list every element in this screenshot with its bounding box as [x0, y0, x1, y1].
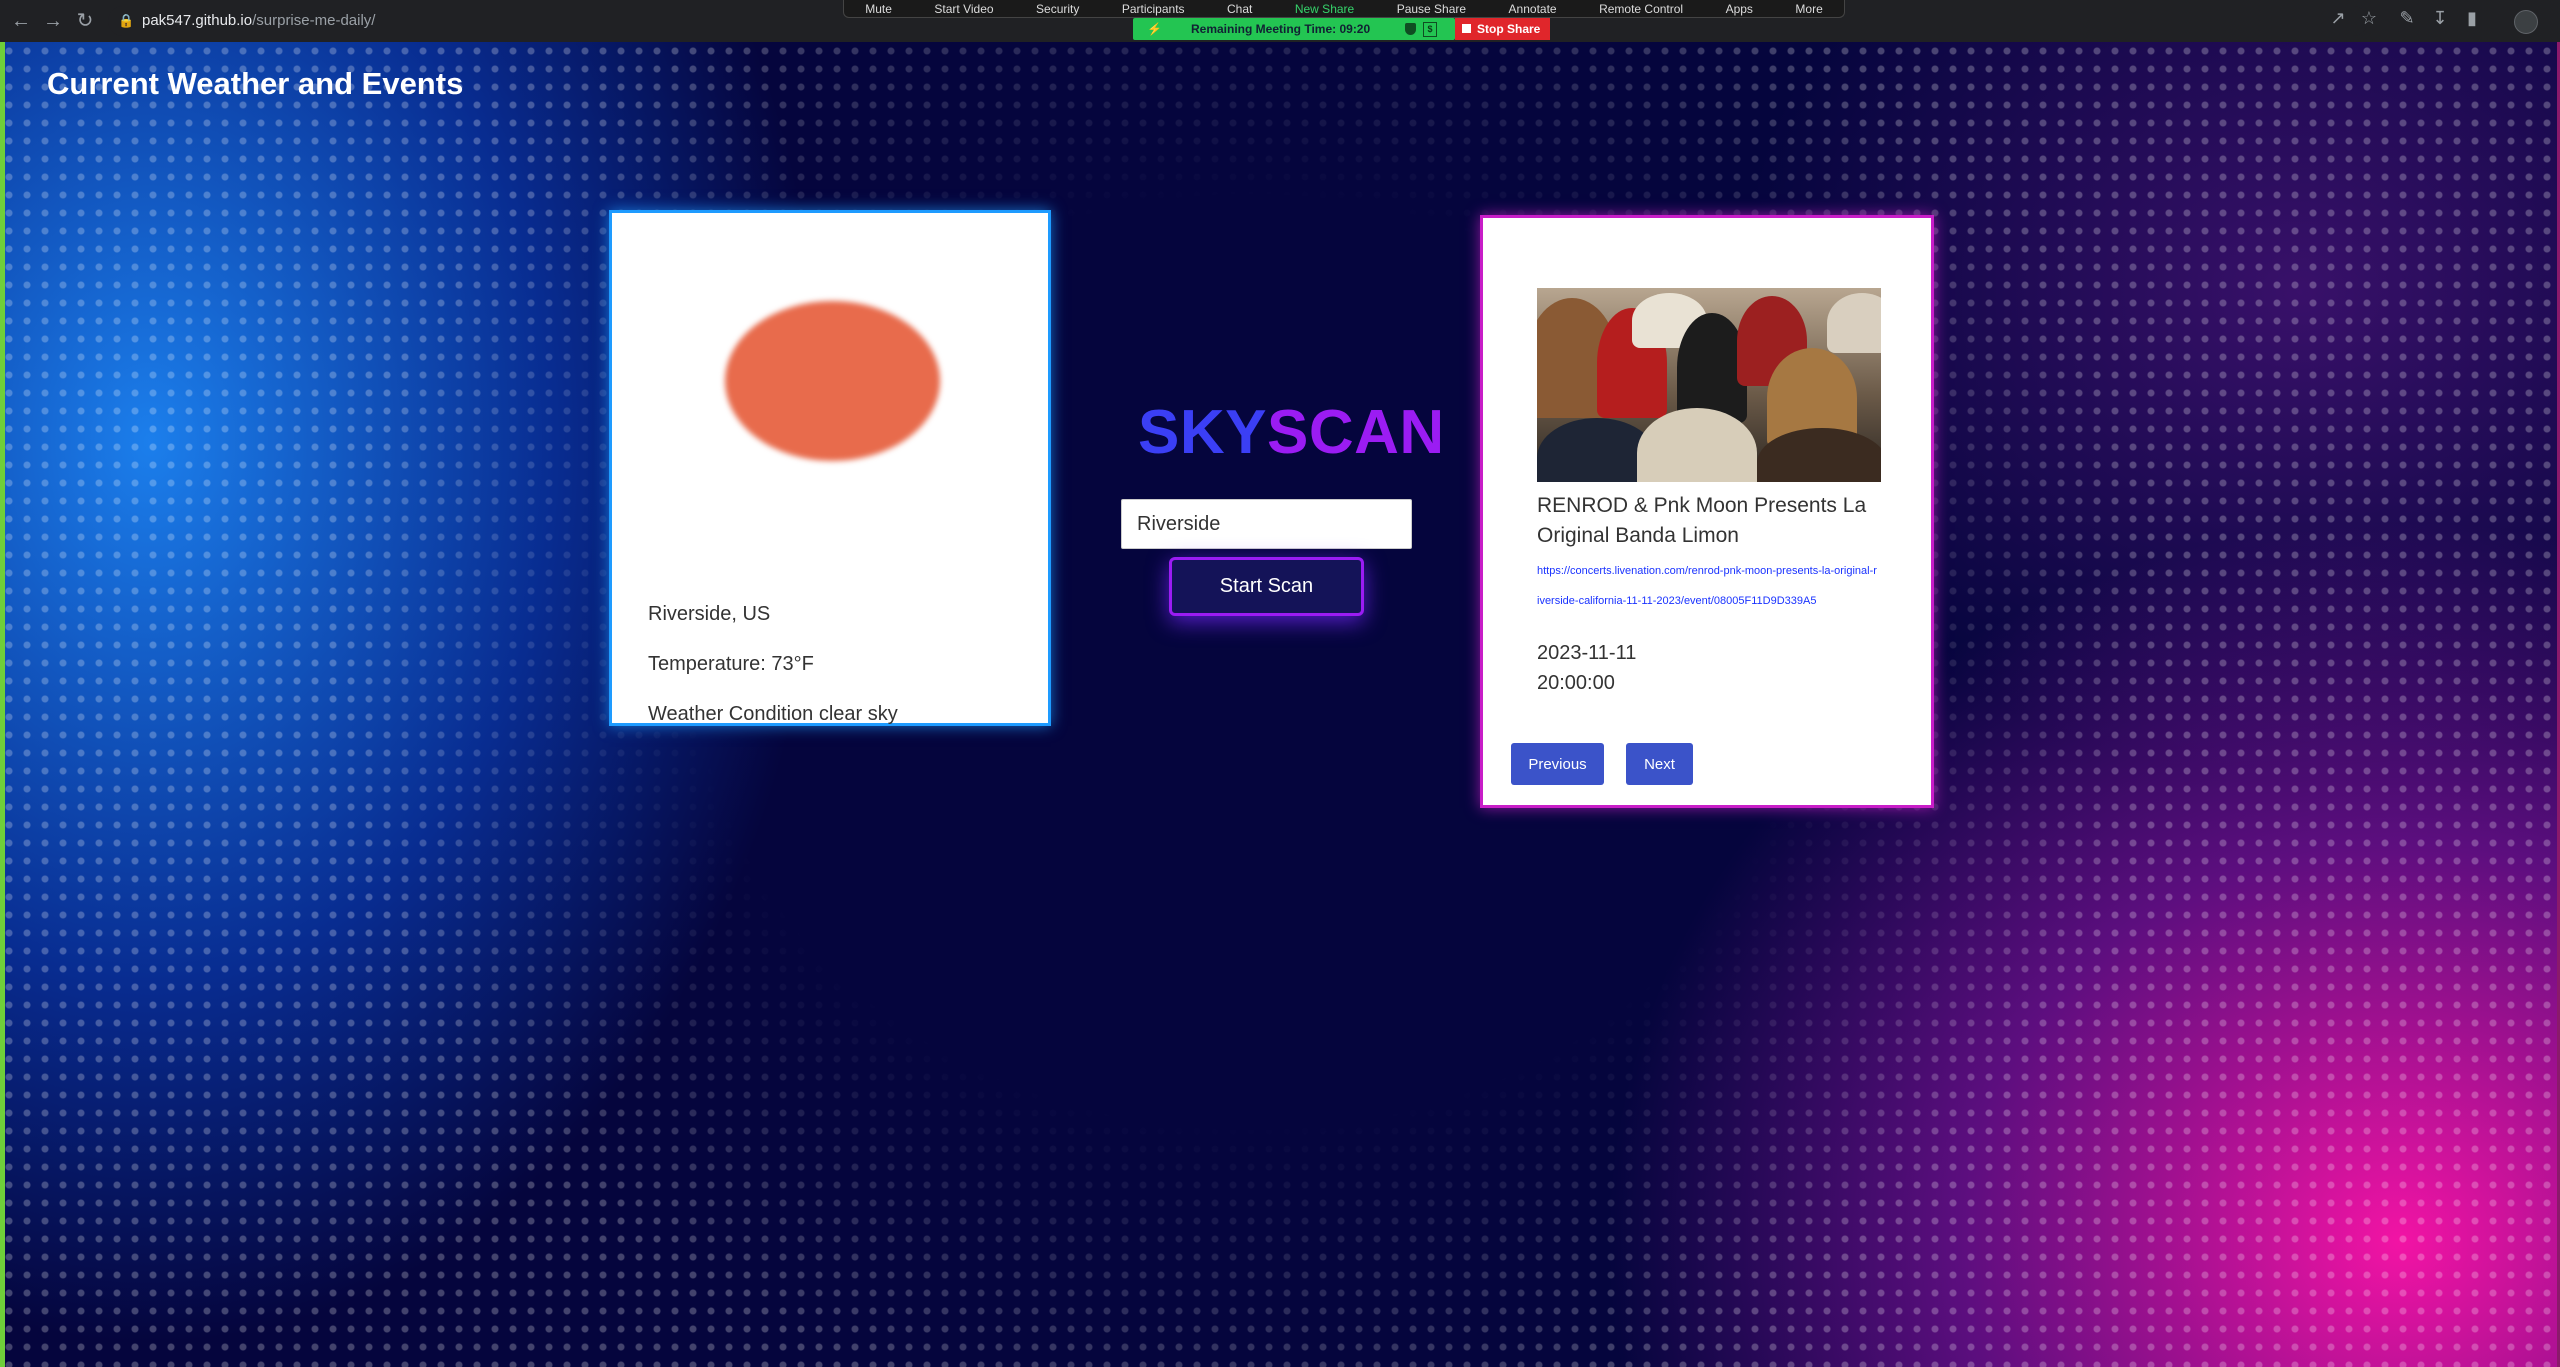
- page-viewport: [0, 42, 2560, 1367]
- event-card: RENROD & Pnk Moon Presents La Original B…: [1480, 215, 1934, 808]
- sidebar-icon[interactable]: ▮: [2460, 8, 2484, 29]
- share-icon[interactable]: ↗: [2326, 8, 2350, 29]
- page-title: Current Weather and Events: [47, 66, 464, 101]
- zoom-mute-button[interactable]: Mute: [865, 2, 892, 16]
- skyscan-logo: SKYSCAN: [1138, 397, 1445, 468]
- meeting-timer-bar: ⚡ Remaining Meeting Time: 09:20 $: [1133, 18, 1455, 40]
- extensions-icon[interactable]: ✎: [2395, 8, 2419, 29]
- zoom-toolbar: Mute Start Video Security Participants C…: [843, 0, 1845, 18]
- event-link[interactable]: https://concerts.livenation.com/renrod-p…: [1537, 557, 1877, 616]
- weather-temperature: Temperature: 73°F: [648, 653, 814, 675]
- weather-condition: Weather Condition clear sky: [648, 703, 898, 725]
- stop-share-button[interactable]: Stop Share: [1455, 18, 1550, 40]
- back-icon[interactable]: ←: [10, 10, 32, 32]
- next-button[interactable]: Next: [1626, 743, 1693, 785]
- start-scan-button[interactable]: Start Scan: [1169, 557, 1364, 616]
- logo-sky: SKY: [1138, 398, 1267, 467]
- avatar[interactable]: [2514, 10, 2538, 34]
- dotted-background: [0, 42, 2560, 1367]
- zoom-security-button[interactable]: Security: [1036, 2, 1079, 16]
- zoom-new-share-button[interactable]: New Share: [1295, 2, 1354, 16]
- city-search-input[interactable]: [1121, 499, 1412, 549]
- download-icon[interactable]: ↧: [2428, 8, 2452, 29]
- dollar-icon: $: [1423, 22, 1437, 37]
- screen-share-border-left: [0, 42, 5, 1367]
- forward-icon[interactable]: →: [42, 10, 64, 32]
- zoom-participants-button[interactable]: Participants: [1122, 2, 1185, 16]
- reload-icon[interactable]: ↻: [74, 10, 96, 32]
- stop-icon: [1462, 24, 1471, 33]
- zoom-annotate-button[interactable]: Annotate: [1509, 2, 1557, 16]
- zoom-remote-control-button[interactable]: Remote Control: [1599, 2, 1683, 16]
- shield-icon: [1405, 23, 1416, 35]
- lightning-icon: ⚡: [1147, 22, 1162, 36]
- lock-icon: 🔒: [118, 13, 135, 28]
- url-host: pak547.github.io: [142, 12, 253, 29]
- zoom-chat-button[interactable]: Chat: [1227, 2, 1252, 16]
- weather-location: Riverside, US: [648, 603, 771, 625]
- event-date-value: 2023-11-11: [1537, 642, 1637, 664]
- stop-share-label: Stop Share: [1477, 22, 1541, 36]
- zoom-pause-share-button[interactable]: Pause Share: [1397, 2, 1466, 16]
- previous-button[interactable]: Previous: [1511, 743, 1604, 785]
- weather-card: Riverside, US Temperature: 73°F Weather …: [609, 210, 1051, 726]
- event-title: RENROD & Pnk Moon Presents La Original B…: [1537, 494, 1867, 547]
- star-icon[interactable]: ☆: [2357, 8, 2381, 29]
- zoom-start-video-button[interactable]: Start Video: [934, 2, 993, 16]
- meeting-time-text: Remaining Meeting Time: 09:20: [1191, 22, 1371, 36]
- event-date: 2023-11-11 20:00:00: [1537, 638, 1636, 698]
- zoom-apps-button[interactable]: Apps: [1726, 2, 1753, 16]
- event-time-value: 20:00:00: [1537, 672, 1615, 694]
- event-image: [1537, 288, 1881, 482]
- zoom-more-button[interactable]: More: [1795, 2, 1822, 16]
- url-path: /surprise-me-daily/: [252, 12, 376, 29]
- logo-scan: SCAN: [1266, 398, 1445, 467]
- sun-icon: [725, 301, 940, 461]
